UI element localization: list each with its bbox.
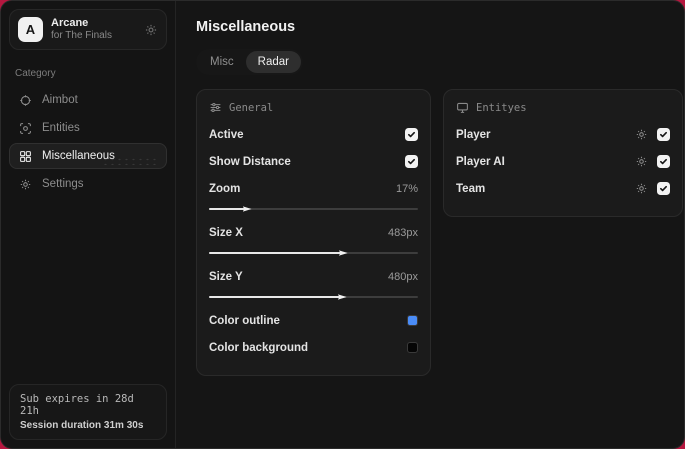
team-checkbox[interactable] [657, 182, 670, 195]
tab-misc[interactable]: Misc [198, 51, 246, 73]
slider-row-zoom: Zoom 17% [209, 182, 418, 195]
account-card[interactable]: A Arcane for The Finals [9, 9, 167, 50]
slider-row-size-y: Size Y 480px [209, 270, 418, 283]
panel-title: Entityes [476, 101, 527, 114]
panel-title: General [229, 101, 274, 114]
size-y-value: 480px [388, 270, 418, 283]
gear-icon[interactable] [635, 128, 648, 141]
general-panel: General Active Show Distance Zoom 17% Si… [196, 89, 431, 376]
sliders-icon [209, 101, 222, 114]
avatar: A [18, 17, 43, 42]
check-icon [659, 158, 668, 165]
player-ai-checkbox[interactable] [657, 155, 670, 168]
sidebar: A Arcane for The Finals Category Aimbot … [1, 1, 176, 448]
sidebar-item-entities[interactable]: Entities [9, 115, 167, 141]
gear-icon[interactable] [635, 155, 648, 168]
size-x-value: 483px [388, 226, 418, 239]
sidebar-item-miscellaneous[interactable]: Miscellaneous [9, 143, 167, 169]
size-x-slider[interactable] [209, 249, 418, 257]
color-row-outline: Color outline [209, 310, 418, 331]
tab-radar[interactable]: Radar [245, 51, 301, 73]
grid-icon [18, 150, 33, 163]
check-icon [659, 185, 668, 192]
zoom-slider[interactable] [209, 205, 418, 213]
check-icon [407, 131, 416, 138]
sidebar-item-label: Miscellaneous [42, 150, 115, 162]
sidebar-item-aimbot[interactable]: Aimbot [9, 87, 167, 113]
toggle-row-active: Active [209, 124, 418, 145]
sub-expiry-text: Sub expires in 28d 21h [20, 393, 134, 417]
sidebar-item-label: Aimbot [42, 94, 78, 106]
gear-icon [18, 178, 33, 191]
page-title: Miscellaneous [196, 19, 296, 35]
check-icon [407, 158, 416, 165]
sidebar-item-label: Settings [42, 178, 84, 190]
color-row-background: Color background [209, 337, 418, 358]
size-y-slider[interactable] [209, 293, 418, 301]
slider-row-size-x: Size X 483px [209, 226, 418, 239]
main-content: Miscellaneous Misc Radar General Active … [176, 1, 684, 448]
entity-row-team: Team [456, 178, 670, 199]
entity-row-player: Player [456, 124, 670, 145]
app-subtitle: for The Finals [51, 30, 112, 42]
active-checkbox[interactable] [405, 128, 418, 141]
entity-row-player-ai: Player AI [456, 151, 670, 172]
tab-bar: Misc Radar [196, 49, 303, 75]
toggle-row-show-distance: Show Distance [209, 151, 418, 172]
gear-icon[interactable] [635, 182, 648, 195]
zoom-value: 17% [395, 182, 418, 195]
app-window: A Arcane for The Finals Category Aimbot … [0, 0, 685, 449]
category-label: Category [15, 68, 56, 79]
app-title: Arcane [51, 17, 89, 30]
crosshair-icon [18, 94, 33, 107]
scan-eye-icon [18, 122, 33, 135]
sidebar-nav: Aimbot Entities Miscellaneous Settings [1, 87, 175, 197]
check-icon [659, 131, 668, 138]
subscription-card: Sub expires in 28d 21h Session duration … [9, 384, 167, 440]
gear-icon[interactable] [144, 23, 158, 37]
player-checkbox[interactable] [657, 128, 670, 141]
sidebar-item-settings[interactable]: Settings [9, 171, 167, 197]
color-background-swatch[interactable] [407, 342, 418, 353]
show-distance-checkbox[interactable] [405, 155, 418, 168]
monitor-icon [456, 101, 469, 114]
color-outline-swatch[interactable] [407, 315, 418, 326]
sidebar-item-label: Entities [42, 122, 80, 134]
entities-panel: Entityes Player Player AI Team [443, 89, 683, 217]
session-duration-text: Session duration 31m 30s [20, 420, 144, 431]
